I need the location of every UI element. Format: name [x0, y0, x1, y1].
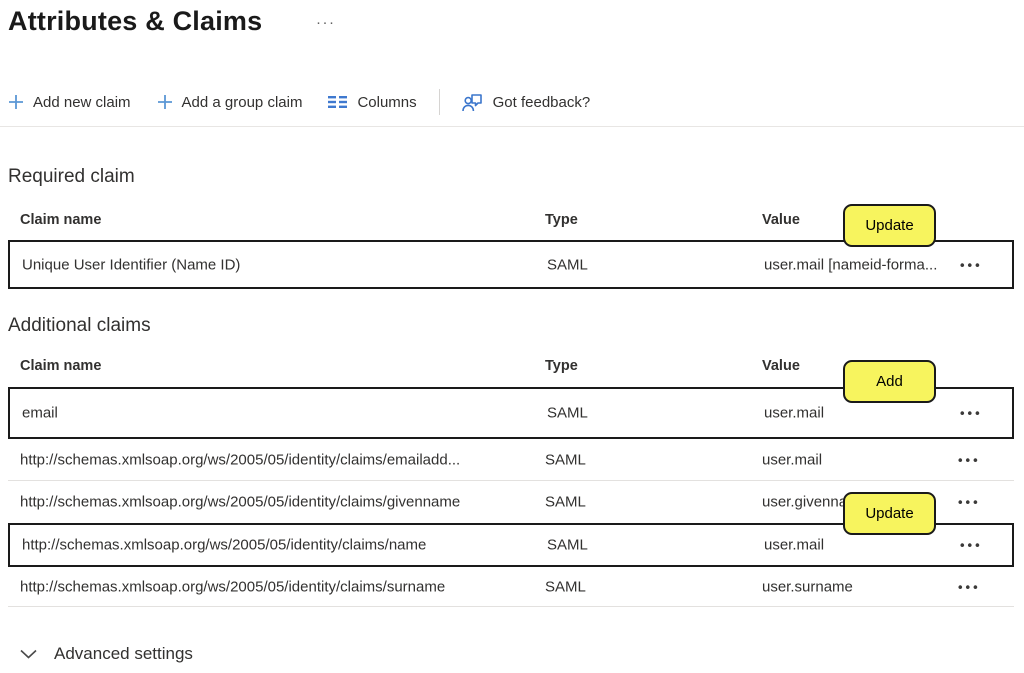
claim-value-cell: user.surname: [762, 578, 853, 595]
additional-col-claim-name: Claim name: [20, 358, 101, 374]
additional-col-type: Type: [545, 358, 578, 374]
claim-value-cell: user.mail: [764, 405, 824, 422]
toolbar-divider: [439, 89, 440, 115]
table-row-surname[interactable]: http://schemas.xmlsoap.org/ws/2005/05/id…: [8, 567, 1014, 607]
advanced-settings-toggle[interactable]: Advanced settings: [20, 644, 193, 664]
additional-col-value: Value: [762, 358, 800, 374]
add-new-claim-button[interactable]: Add new claim: [8, 94, 131, 111]
claim-name-cell: http://schemas.xmlsoap.org/ws/2005/05/id…: [20, 578, 445, 595]
claim-name-cell: email: [22, 405, 58, 422]
columns-button[interactable]: Columns: [328, 94, 416, 111]
table-row-unique-user-identifier[interactable]: Unique User Identifier (Name ID) SAML us…: [8, 240, 1014, 289]
claim-name-cell: http://schemas.xmlsoap.org/ws/2005/05/id…: [22, 537, 426, 554]
plus-icon: [157, 94, 173, 110]
claim-type-cell: SAML: [547, 256, 588, 273]
row-context-menu-button[interactable]: •••: [954, 577, 985, 596]
claim-name-cell: Unique User Identifier (Name ID): [22, 256, 240, 273]
claim-name-cell: http://schemas.xmlsoap.org/ws/2005/05/id…: [20, 451, 460, 468]
title-more-menu[interactable]: ···: [316, 14, 336, 31]
row-context-menu-button[interactable]: •••: [954, 450, 985, 469]
page-title: Attributes & Claims: [8, 6, 262, 37]
required-col-type: Type: [545, 212, 578, 228]
add-new-claim-label: Add new claim: [33, 94, 131, 111]
required-col-value: Value: [762, 212, 800, 228]
row-context-menu-button[interactable]: •••: [956, 536, 987, 555]
claim-type-cell: SAML: [547, 405, 588, 422]
claim-type-cell: SAML: [545, 494, 586, 511]
got-feedback-button[interactable]: Got feedback?: [462, 92, 591, 112]
feedback-icon: [462, 92, 484, 112]
add-group-claim-button[interactable]: Add a group claim: [157, 94, 303, 111]
claim-type-cell: SAML: [545, 451, 586, 468]
claim-value-cell: user.mail: [762, 451, 822, 468]
claim-value-cell: user.mail [nameid-forma...: [764, 256, 937, 273]
required-col-claim-name: Claim name: [20, 212, 101, 228]
got-feedback-label: Got feedback?: [493, 94, 591, 111]
annotation-add-email-claim: Add: [843, 360, 936, 403]
required-claim-heading: Required claim: [8, 166, 135, 188]
columns-icon: [328, 95, 348, 109]
row-context-menu-button[interactable]: •••: [956, 404, 987, 423]
toolbar: Add new claim Add a group claim Columns: [8, 86, 590, 118]
row-context-menu-button[interactable]: •••: [954, 493, 985, 512]
claim-name-cell: http://schemas.xmlsoap.org/ws/2005/05/id…: [20, 494, 460, 511]
advanced-settings-label: Advanced settings: [54, 644, 193, 664]
add-group-claim-label: Add a group claim: [182, 94, 303, 111]
row-context-menu-button[interactable]: •••: [956, 255, 987, 274]
chevron-down-icon: [20, 649, 37, 659]
annotation-update-name-claim: Update: [843, 492, 936, 535]
claim-value-cell: user.mail: [764, 537, 824, 554]
plus-icon: [8, 94, 24, 110]
additional-claims-heading: Additional claims: [8, 315, 151, 337]
claim-type-cell: SAML: [547, 537, 588, 554]
claim-type-cell: SAML: [545, 578, 586, 595]
table-row-emailaddress[interactable]: http://schemas.xmlsoap.org/ws/2005/05/id…: [8, 439, 1014, 481]
annotation-update-required-claim: Update: [843, 204, 936, 247]
toolbar-separator: [0, 126, 1024, 127]
columns-label: Columns: [357, 94, 416, 111]
